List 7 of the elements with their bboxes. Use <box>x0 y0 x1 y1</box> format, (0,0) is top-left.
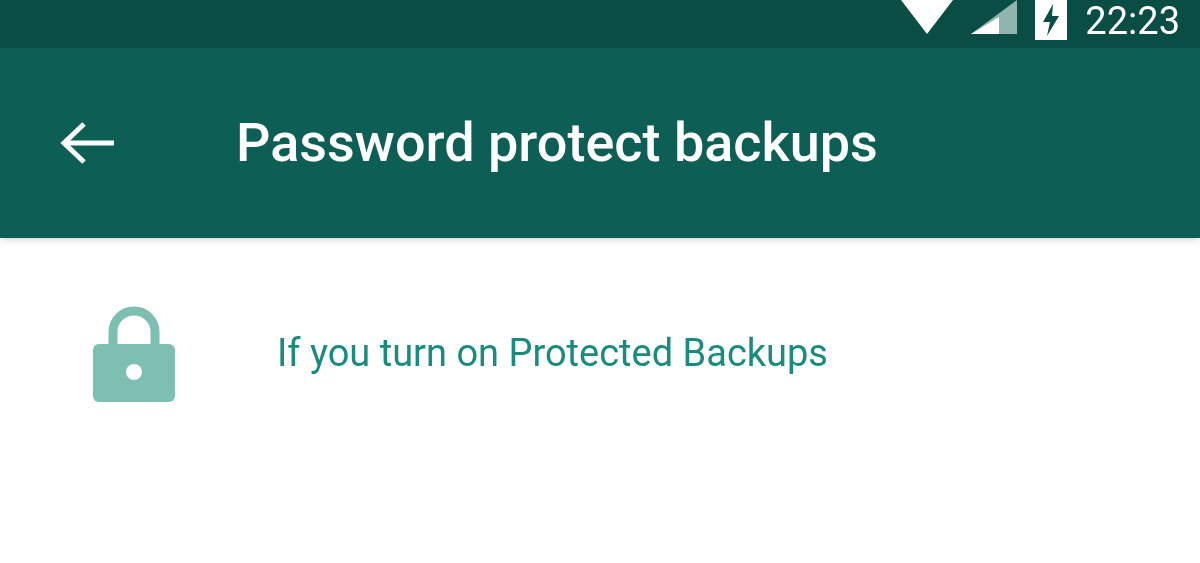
wifi-icon <box>901 0 954 34</box>
lock-icon <box>93 304 175 402</box>
info-text: If you turn on Protected Backups <box>277 334 828 372</box>
clock-time: 22:23 <box>1085 2 1180 40</box>
back-arrow-icon <box>60 121 116 165</box>
screen-title: Password protect backups <box>236 116 878 170</box>
signal-icon <box>971 0 1018 34</box>
